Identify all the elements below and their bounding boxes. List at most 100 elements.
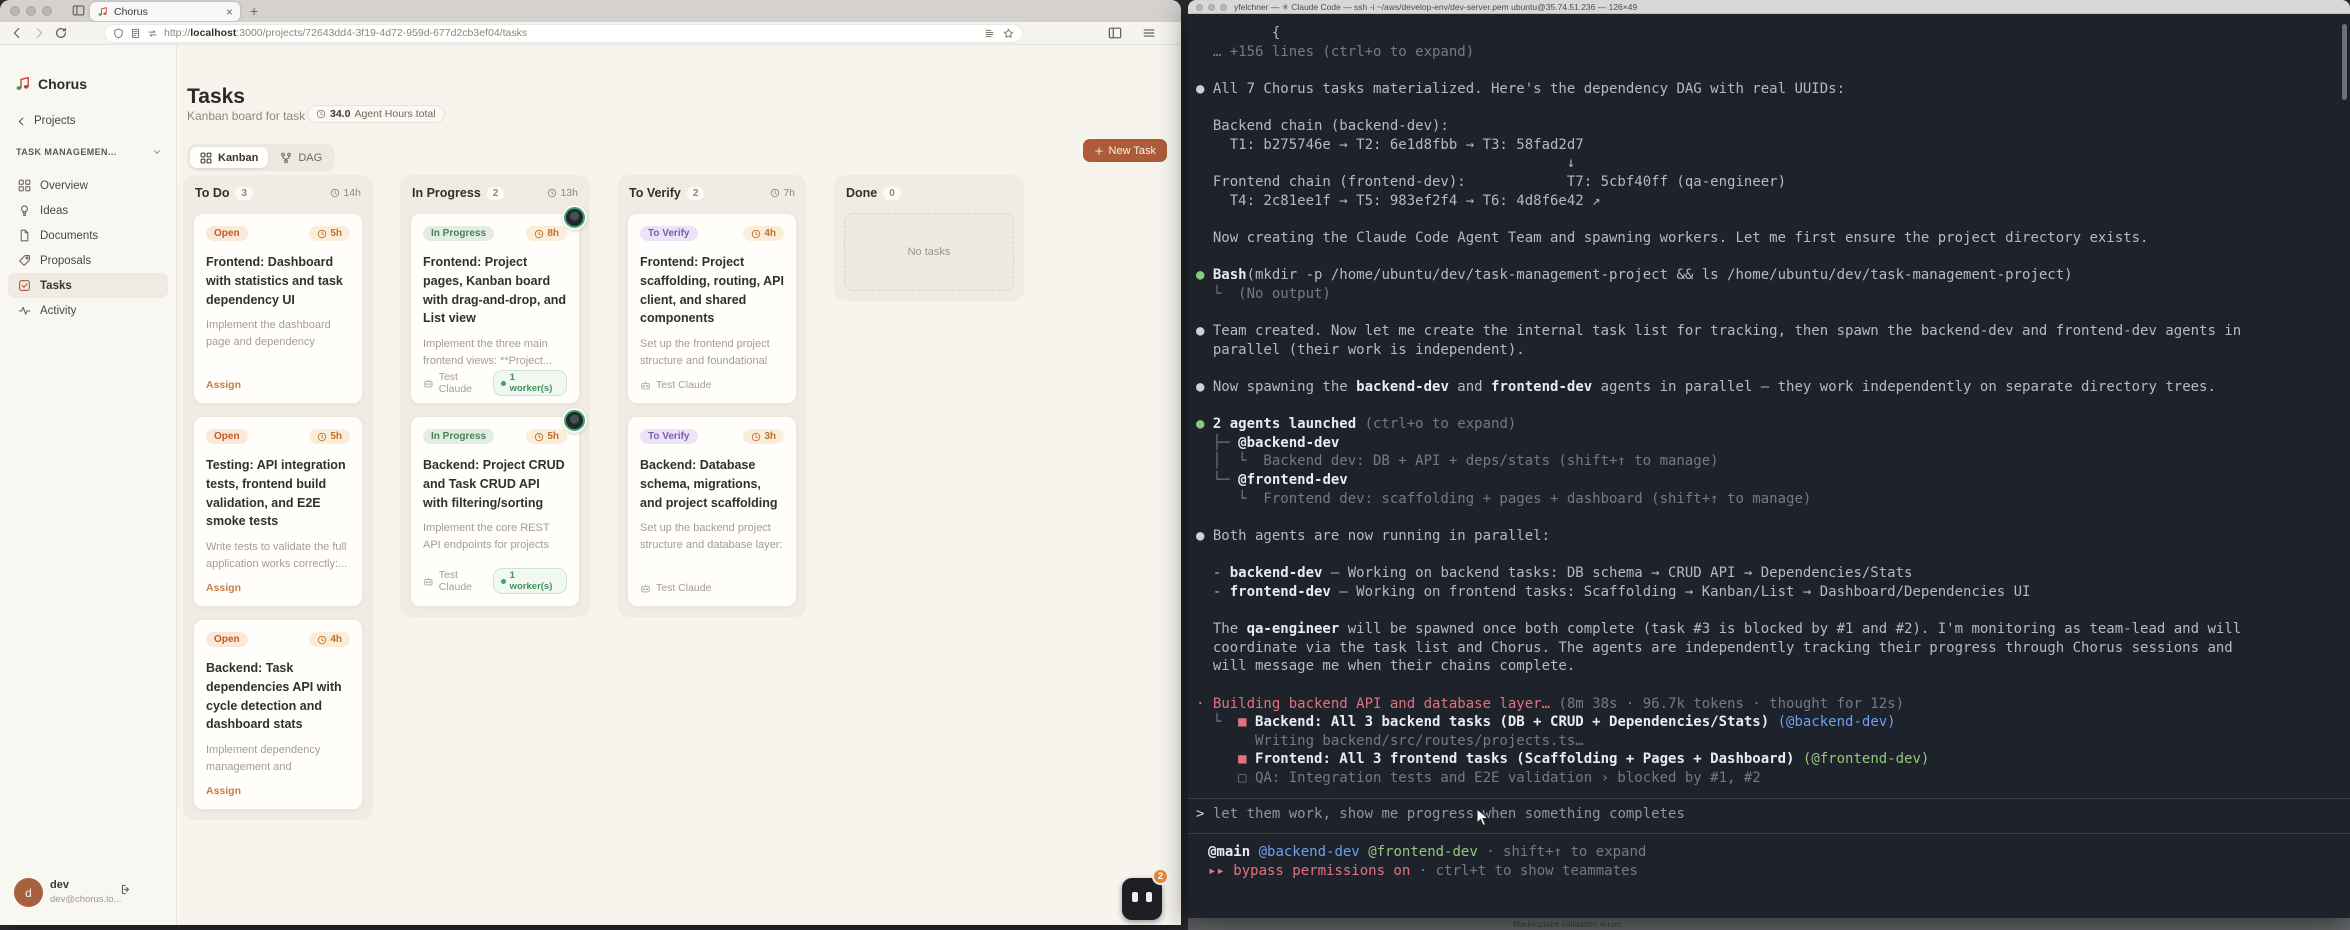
tab-overview-icon[interactable] xyxy=(72,4,85,17)
app-menu-icon[interactable] xyxy=(1142,26,1156,40)
terminal-line: will message me when their chains comple… xyxy=(1196,657,2346,676)
window-close-button[interactable] xyxy=(10,6,20,16)
task-title: Testing: API integration tests, frontend… xyxy=(206,456,350,531)
task-card[interactable]: To Verify3hBackend: Database schema, mig… xyxy=(627,416,797,607)
reader-mode-icon[interactable] xyxy=(984,28,995,39)
terminal-line: └ Frontend dev: scaffolding + pages + da… xyxy=(1196,490,2346,509)
workers-badge: 1 worker(s) xyxy=(493,568,567,594)
sidebar-item-proposals[interactable]: Proposals xyxy=(8,248,168,273)
workers-badge: 1 worker(s) xyxy=(493,370,567,396)
assign-link[interactable]: Assign xyxy=(206,379,241,391)
task-card-body: In Progress5hBackend: Project CRUD and T… xyxy=(423,429,567,568)
terminal-line: ● All 7 Chorus tasks materialized. Here'… xyxy=(1196,80,2346,99)
page-info-icon[interactable] xyxy=(130,28,141,39)
task-title: Backend: Task dependencies API with cycl… xyxy=(206,659,350,734)
terminal-line xyxy=(1196,546,2346,565)
new-tab-button[interactable]: + xyxy=(250,3,258,19)
empty-column-placeholder: No tasks xyxy=(844,213,1014,291)
clock-icon xyxy=(330,188,340,198)
workspace-selector[interactable]: TASK MANAGEMEN... xyxy=(16,147,162,157)
column-hours: 13h xyxy=(547,187,578,199)
bookmark-star-icon[interactable] xyxy=(1003,28,1014,39)
assign-link[interactable]: Assign xyxy=(206,582,241,594)
app-sidebar: Chorus Projects TASK MANAGEMEN... Overvi… xyxy=(0,45,177,925)
column-header: To Verify27h xyxy=(627,185,797,201)
assign-link[interactable]: Assign xyxy=(206,785,241,797)
terminal-line xyxy=(1196,676,2346,695)
column-header: Done0 xyxy=(844,185,1014,201)
window-zoom-button[interactable] xyxy=(42,6,52,16)
reload-button-icon[interactable] xyxy=(54,26,68,40)
task-card-body: In Progress8hFrontend: Project pages, Ka… xyxy=(423,226,567,370)
task-card[interactable]: In Progress8hFrontend: Project pages, Ka… xyxy=(410,213,580,404)
terminal-minimize-button[interactable] xyxy=(1208,4,1215,11)
check-icon xyxy=(18,279,31,292)
sidebar-item-activity[interactable]: Activity xyxy=(8,298,168,323)
task-card[interactable]: Open4hBackend: Task dependencies API wit… xyxy=(193,619,363,810)
hours-badge: 5h xyxy=(526,429,567,444)
task-card[interactable]: To Verify4hFrontend: Project scaffolding… xyxy=(627,213,797,404)
hours-value: 3h xyxy=(764,431,776,442)
sidebar-item-label: Proposals xyxy=(40,255,91,267)
terminal-line: │ └ Backend dev: DB + API + deps/stats (… xyxy=(1196,452,2346,471)
task-card-footer: Assign xyxy=(206,379,350,391)
tab-dag[interactable]: DAG xyxy=(270,147,332,168)
sidebar-item-tasks[interactable]: Tasks xyxy=(8,273,168,298)
close-tab-icon[interactable]: × xyxy=(226,6,233,18)
clock-icon xyxy=(534,229,544,239)
background-window-text: Marketplace validation errors xyxy=(1188,918,2350,930)
input-box-border-top xyxy=(1188,798,2350,799)
browser-tab[interactable]: Chorus × xyxy=(90,2,240,21)
window-minimize-button[interactable] xyxy=(26,6,36,16)
sidebar-item-overview[interactable]: Overview xyxy=(8,173,168,198)
badge-row: In Progress8h xyxy=(423,226,567,241)
task-card-body: To Verify3hBackend: Database schema, mig… xyxy=(640,429,784,582)
back-to-projects[interactable]: Projects xyxy=(16,115,76,127)
url-bar[interactable]: http://localhost:3000/projects/72643dd4-… xyxy=(105,25,1022,42)
view-toggle: Kanban DAG xyxy=(187,144,335,171)
terminal-zoom-button[interactable] xyxy=(1220,4,1227,11)
terminal-line xyxy=(1196,61,2346,80)
chevron-down-icon xyxy=(152,147,162,157)
mouse-cursor xyxy=(1476,808,1489,827)
favicon-music-note-icon xyxy=(97,6,108,17)
tab-kanban[interactable]: Kanban xyxy=(190,147,268,168)
sidebar-item-documents[interactable]: Documents xyxy=(8,223,168,248)
clock-icon xyxy=(770,188,780,198)
terminal-line: Now creating the Claude Code Agent Team … xyxy=(1196,229,2346,248)
column-hours: 14h xyxy=(330,187,361,199)
tracking-shield-icon[interactable] xyxy=(113,28,124,39)
badge-row: Open5h xyxy=(206,226,350,241)
status-badge: To Verify xyxy=(640,226,698,241)
back-button-icon[interactable] xyxy=(10,26,24,40)
clock-icon xyxy=(317,229,327,239)
claude-mascot-widget[interactable] xyxy=(1122,878,1162,920)
logout-icon[interactable] xyxy=(120,883,133,896)
sidebar-item-ideas[interactable]: Ideas xyxy=(8,198,168,223)
hours-badge: 4h xyxy=(743,226,784,241)
terminal-line: ● Bash(mkdir -p /home/ubuntu/dev/task-ma… xyxy=(1196,266,2346,285)
workers-label: 1 worker(s) xyxy=(510,570,559,592)
terminal-close-button[interactable] xyxy=(1196,4,1203,11)
task-card[interactable]: In Progress5hBackend: Project CRUD and T… xyxy=(410,416,580,607)
hours-value: 5h xyxy=(330,431,342,442)
sidebar-toggle-icon[interactable] xyxy=(1108,26,1122,40)
column-hours-text: 13h xyxy=(560,187,578,199)
user-email: dev@chorus.lo... xyxy=(50,894,121,905)
chorus-logo-icon xyxy=(14,75,31,92)
status-badge: Open xyxy=(206,429,248,444)
green-dot-icon xyxy=(501,579,506,584)
file-icon xyxy=(18,229,31,242)
terminal-input[interactable]: > let them work, show me progress when s… xyxy=(1196,806,1685,822)
task-card[interactable]: Open5hFrontend: Dashboard with statistic… xyxy=(193,213,363,404)
back-arrow-icon xyxy=(16,116,27,127)
terminal-line: - backend-dev — Working on backend tasks… xyxy=(1196,564,2346,583)
user-name: dev xyxy=(50,879,69,891)
terminal-scrollbar[interactable] xyxy=(2342,24,2347,100)
task-card[interactable]: Open 5h Testing: API integration tests, fr… xyxy=(193,416,363,607)
new-task-button[interactable]: New Task xyxy=(1083,139,1167,162)
terminal-line: ● Now spawning the backend-dev and front… xyxy=(1196,378,2346,397)
forward-button-icon[interactable] xyxy=(32,26,46,40)
hours-value: 5h xyxy=(330,228,342,239)
grid-icon xyxy=(18,179,31,192)
